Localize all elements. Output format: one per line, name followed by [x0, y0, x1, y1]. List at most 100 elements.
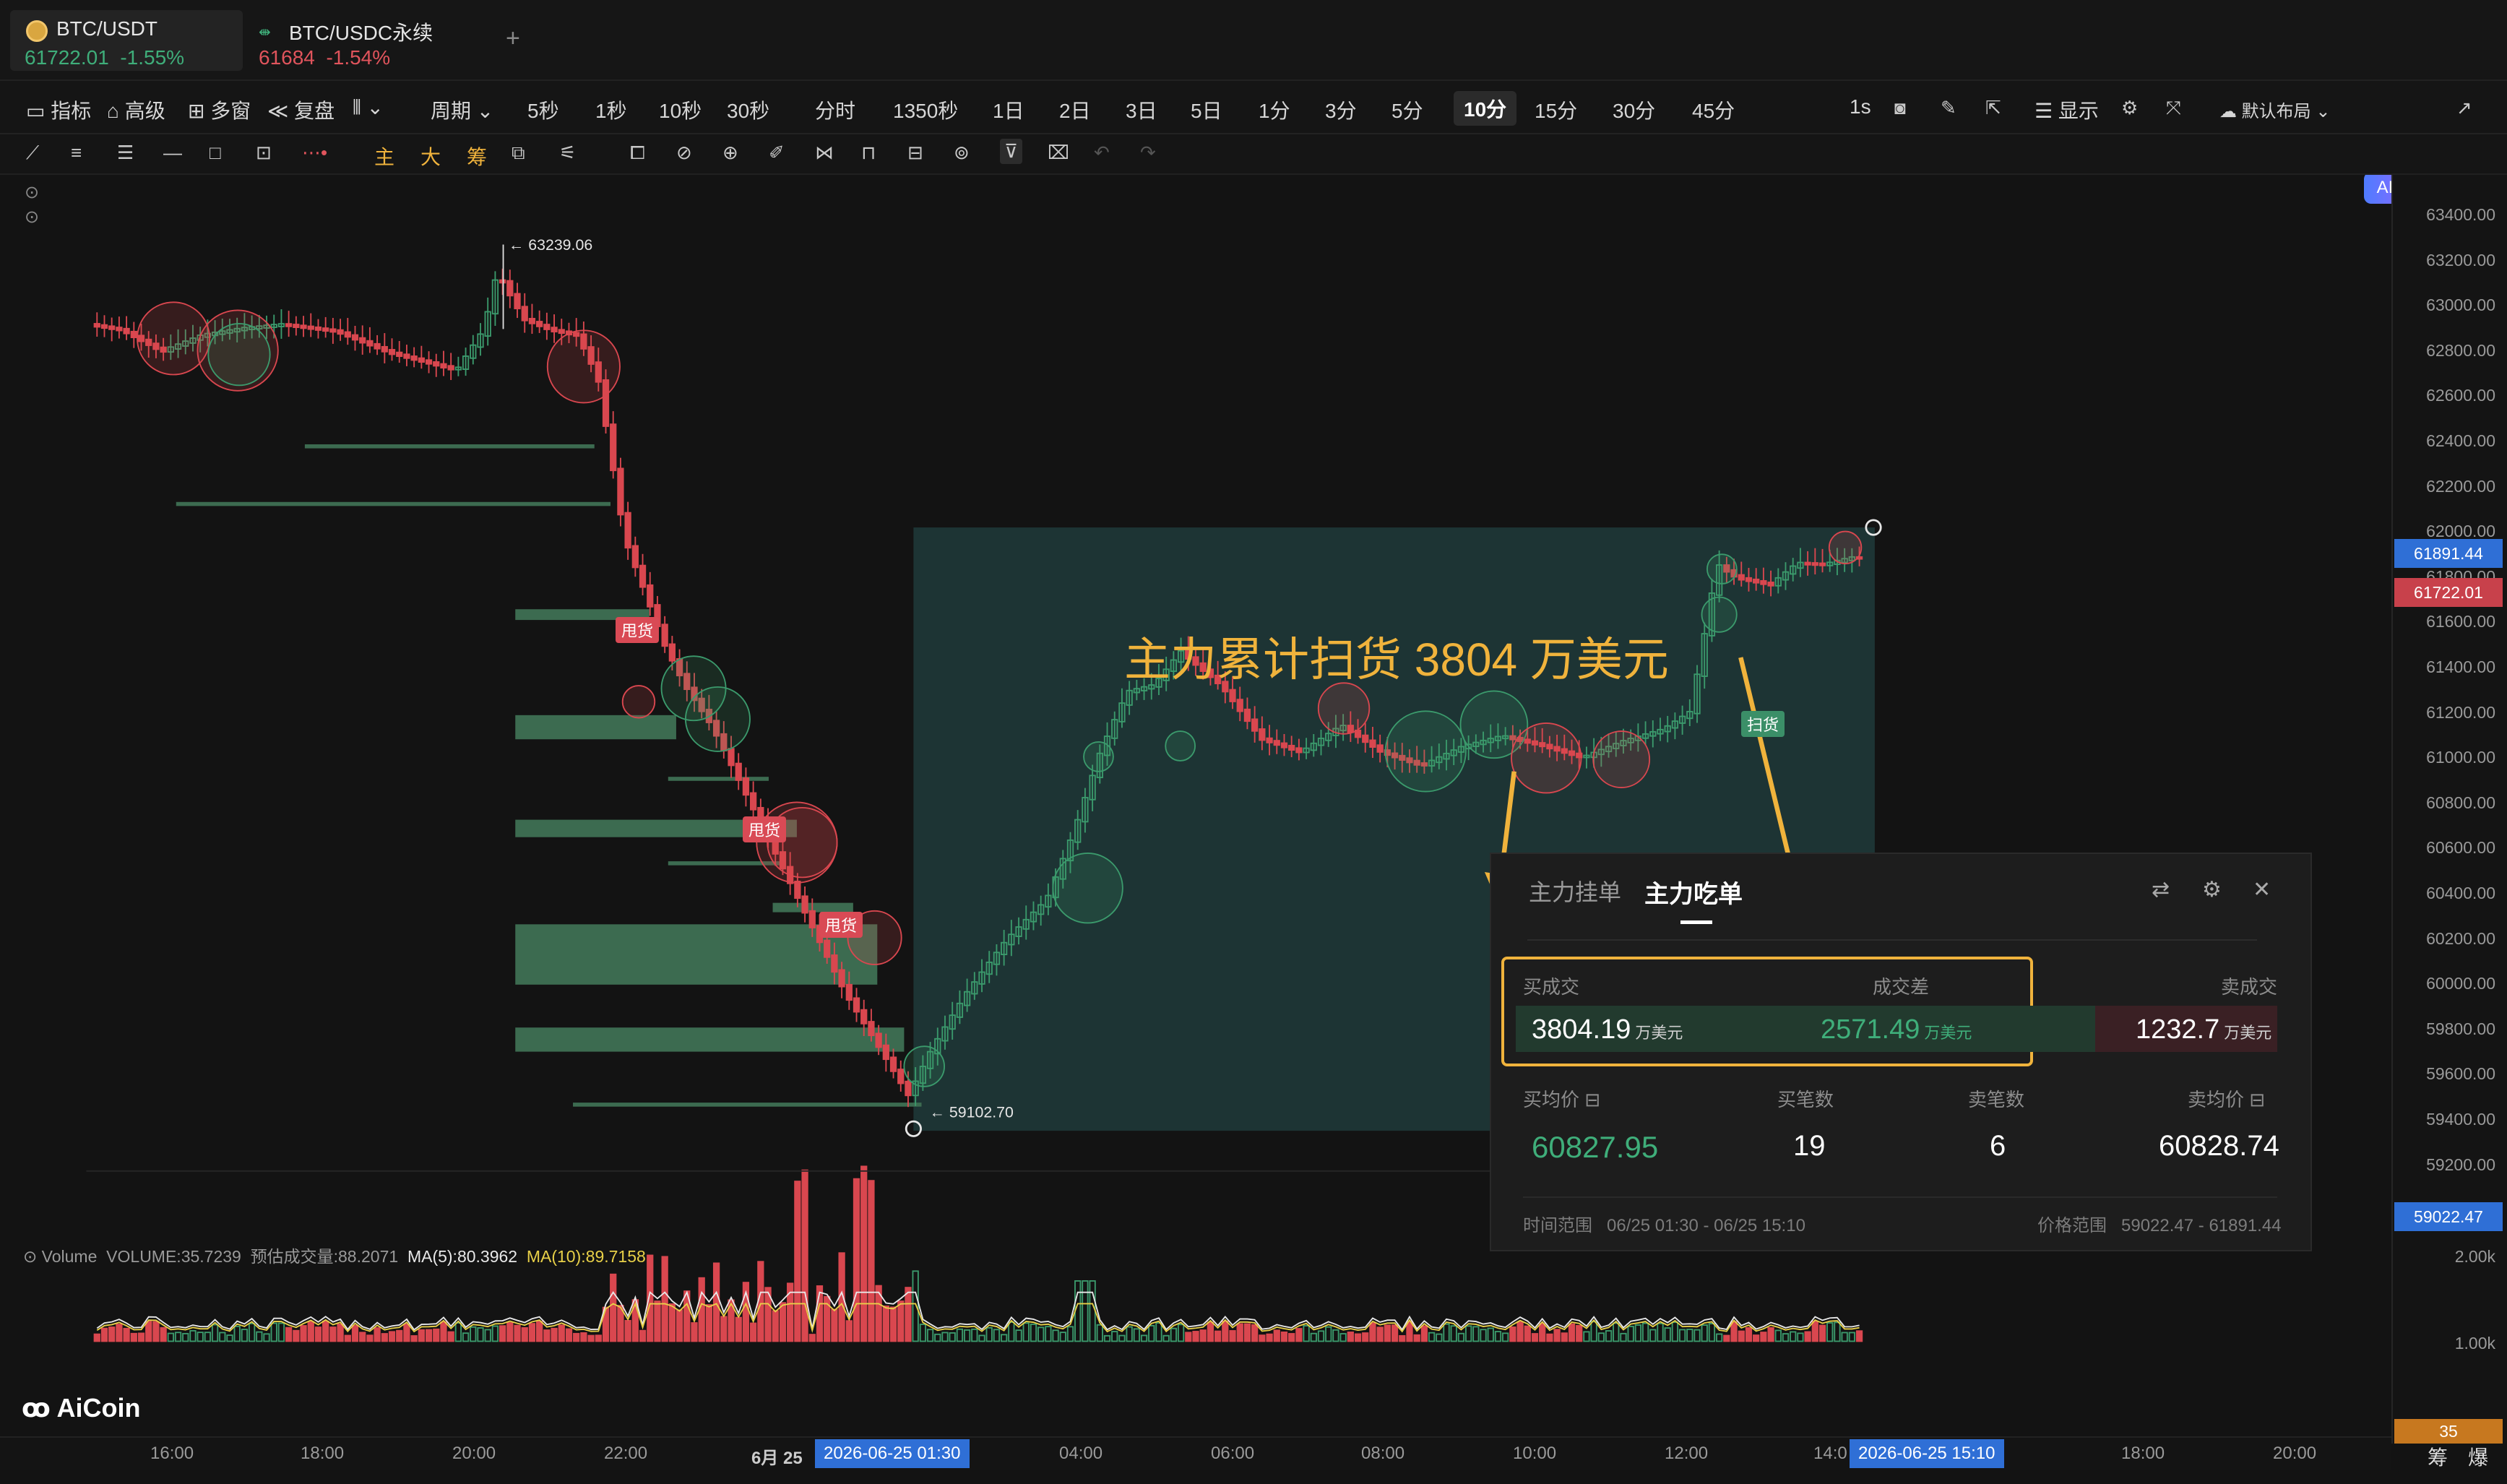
volume-bar — [1118, 1334, 1126, 1342]
dump-signal-badge[interactable]: 甩货 — [743, 816, 787, 842]
multi-window-button[interactable]: ⊞ 多窗 — [188, 95, 251, 124]
order-bubble[interactable] — [1384, 710, 1467, 793]
redo-icon[interactable]: ↷ — [1140, 142, 1156, 164]
period-13[interactable]: 10分 — [1454, 91, 1517, 126]
period-12[interactable]: 5分 — [1391, 95, 1423, 124]
layout-dropdown[interactable]: ☁ 默认布局 ⌄ — [2219, 97, 2330, 122]
big-order-toggle[interactable]: 大 — [420, 142, 441, 171]
order-bubble[interactable] — [1706, 553, 1738, 584]
undo-icon[interactable]: ↶ — [1094, 142, 1110, 164]
period-8[interactable]: 3日 — [1126, 95, 1157, 124]
main-force-toggle[interactable]: 主 — [374, 142, 394, 171]
tab-pending-orders[interactable]: 主力挂单 — [1529, 874, 1621, 907]
fullscreen-icon[interactable]: ⤧ — [2166, 97, 2181, 120]
magnet-icon[interactable]: ⋈ — [815, 142, 834, 164]
burst-button[interactable]: 爆 — [2468, 1442, 2488, 1471]
eraser-icon[interactable]: ✐ — [769, 142, 785, 164]
line-tool-icon[interactable]: ⟋ — [26, 142, 39, 165]
period-15[interactable]: 30分 — [1613, 95, 1655, 124]
camera-icon[interactable]: ◙ — [1894, 97, 1906, 119]
order-bubble[interactable] — [903, 1045, 945, 1087]
volume-bar — [447, 1331, 454, 1342]
volume-bar — [1207, 1321, 1214, 1342]
swap-icon[interactable]: ⇄ — [2152, 877, 2170, 902]
tab-btc-usdc-perp[interactable]: ⇼ BTC/USDC永续 61684 -1.54% — [249, 10, 465, 71]
price-axis[interactable]: 63400.00 63200.00 63000.00 62800.00 62600.00… — [2391, 175, 2507, 1469]
dump-signal-badge[interactable]: 甩货 — [819, 912, 863, 938]
volume-bar — [1568, 1323, 1576, 1342]
order-bubble[interactable] — [1828, 530, 1863, 565]
export-icon[interactable]: ↗ — [2456, 97, 2472, 119]
ruler-icon[interactable]: ⊘ — [676, 142, 692, 164]
calc-icon[interactable]: ⧉ — [512, 142, 525, 165]
period-11[interactable]: 3分 — [1325, 95, 1357, 124]
order-bubble[interactable] — [621, 685, 656, 719]
order-bubble[interactable] — [1511, 722, 1582, 794]
period-2[interactable]: 10秒 — [659, 95, 702, 124]
order-bubble[interactable] — [1052, 853, 1123, 924]
period-5[interactable]: 1350秒 — [893, 95, 958, 124]
period-14[interactable]: 15分 — [1535, 95, 1577, 124]
copy-icon[interactable]: ⧠ — [630, 142, 645, 165]
zoom-icon[interactable]: ⊕ — [722, 142, 738, 164]
order-bubble[interactable] — [1317, 682, 1371, 735]
tab-price: 61722.01 -1.55% — [25, 46, 185, 69]
price-tick: 60800.00 — [2426, 793, 2495, 812]
period-4[interactable]: 分时 — [815, 95, 855, 124]
period-0[interactable]: 5秒 — [527, 95, 559, 124]
tab-btc-usdt[interactable]: BTC/USDT 61722.01 -1.55% — [10, 10, 243, 71]
hide-icon[interactable]: ⊟ — [907, 142, 923, 164]
advanced-button[interactable]: ⌂ 高级 — [107, 95, 165, 124]
settings-icon[interactable]: ⚙ — [2202, 877, 2222, 902]
period-7[interactable]: 2日 — [1059, 95, 1091, 124]
link-icon[interactable]: ⊚ — [954, 142, 970, 164]
period-6[interactable]: 1日 — [993, 95, 1024, 124]
volume-toggle-icon[interactable]: ⊙ — [23, 1247, 37, 1266]
chip-button[interactable]: 筹 — [2428, 1442, 2448, 1471]
brush-icon[interactable]: ⚟ — [559, 142, 576, 164]
display-button[interactable]: ☰ 显示 — [2034, 95, 2099, 124]
indicators-button[interactable]: ▭ 指标 — [26, 95, 91, 124]
interval-button[interactable]: 1s — [1850, 95, 1871, 118]
candle-body — [543, 324, 551, 330]
fib-tool-icon[interactable]: ☰ — [117, 142, 134, 164]
pen-icon[interactable]: ✎ — [1941, 97, 1956, 119]
sweep-signal-badge[interactable]: 扫货 — [1741, 711, 1785, 737]
text-tool-icon[interactable]: ⊡ — [256, 142, 272, 164]
add-tab-button[interactable]: + — [506, 25, 520, 53]
chip-toggle[interactable]: 筹 — [467, 142, 487, 171]
order-bubble[interactable] — [546, 329, 621, 404]
share-icon[interactable]: ⇱ — [1985, 97, 2001, 119]
candle-body — [639, 564, 647, 588]
period-3[interactable]: 30秒 — [727, 95, 769, 124]
order-bubble[interactable] — [207, 323, 271, 387]
period-9[interactable]: 5日 — [1191, 95, 1222, 124]
replay-button[interactable]: ≪ 复盘 — [267, 95, 335, 124]
order-bubble[interactable] — [684, 686, 751, 752]
volume-bar — [1502, 1332, 1509, 1342]
settings-icon[interactable]: ⚙ — [2121, 97, 2138, 119]
period-10[interactable]: 1分 — [1259, 95, 1290, 124]
lock-icon[interactable]: ⊓ — [861, 142, 876, 164]
rectangle-tool-icon[interactable]: □ — [210, 142, 221, 164]
dump-signal-badge[interactable]: 甩货 — [616, 617, 660, 643]
order-bubble[interactable] — [1701, 596, 1738, 633]
order-bubble[interactable] — [1592, 730, 1651, 788]
horizontal-line-icon[interactable]: — — [163, 142, 182, 164]
delete-icon[interactable]: ⌧ — [1048, 142, 1069, 164]
expand-icon[interactable]: ⊙ — [25, 182, 39, 203]
order-bubble[interactable] — [1165, 730, 1196, 762]
time-axis[interactable]: 16:00 18:00 20:00 22:00 6月 25 2026-06-25… — [0, 1436, 2391, 1470]
period-16[interactable]: 45分 — [1692, 95, 1735, 124]
filter-icon[interactable]: ⊽ — [1000, 139, 1023, 164]
more-tools-icon[interactable]: ⋯• — [302, 142, 327, 164]
period-1[interactable]: 1秒 — [595, 95, 627, 124]
collapse-icon[interactable]: ⊙ — [25, 207, 39, 228]
candle-style-button[interactable]: ⫴ ⌄ — [353, 95, 384, 120]
order-bubble[interactable] — [1083, 741, 1114, 772]
tab-taker-orders[interactable]: 主力吃单 — [1644, 874, 1743, 910]
period-dropdown[interactable]: 周期 ⌄ — [431, 95, 493, 124]
close-icon[interactable]: ✕ — [2253, 877, 2271, 902]
volume-bar — [1096, 1324, 1103, 1342]
parallel-tool-icon[interactable]: ≡ — [71, 142, 82, 164]
